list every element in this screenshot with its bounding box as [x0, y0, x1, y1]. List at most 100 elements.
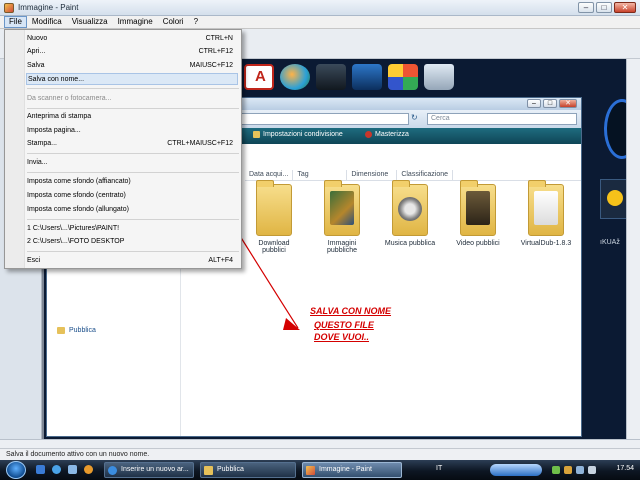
- item-label: Anteprima di stampa: [27, 113, 92, 120]
- start-button[interactable]: [6, 461, 26, 479]
- acrobat-icon[interactable]: [244, 64, 274, 90]
- address-bar[interactable]: [239, 113, 409, 125]
- item-label: Esci: [27, 257, 41, 264]
- horizontal-scrollbar[interactable]: [0, 439, 640, 448]
- messenger-icon[interactable]: [280, 64, 310, 90]
- printer-icon[interactable]: [316, 64, 346, 90]
- network-icon[interactable]: [576, 466, 584, 474]
- menu-file[interactable]: File: [4, 16, 27, 28]
- folder-icon: [324, 180, 360, 236]
- burn-icon: [365, 131, 372, 138]
- music-thumbnail: [398, 197, 422, 221]
- column-date[interactable]: Data acqui...: [245, 170, 294, 180]
- nav-item-pubblica[interactable]: Pubblica: [69, 327, 96, 334]
- close-button[interactable]: ✕: [614, 2, 636, 13]
- status-bar: Salva il documento attivo con un nuovo n…: [0, 448, 640, 460]
- column-tag[interactable]: Tag: [293, 170, 348, 180]
- menu-item-new[interactable]: Nuovo CTRL+N: [27, 33, 239, 45]
- menu-item-page-setup[interactable]: Imposta pagina...: [27, 125, 239, 137]
- explorer-maximize-button[interactable]: □: [543, 99, 557, 108]
- maximize-button[interactable]: □: [596, 2, 612, 13]
- taskbar-item-paint[interactable]: Immagine - Paint: [302, 462, 402, 478]
- item-label: Imposta come sfondo (allungato): [27, 206, 129, 213]
- menu-item-wallpaper-stretch[interactable]: Imposta come sfondo (allungato): [27, 204, 239, 216]
- folder-icon: [57, 327, 65, 334]
- explorer-close-button[interactable]: ✕: [559, 99, 577, 108]
- game-icon[interactable]: [388, 64, 418, 90]
- paint-icon: [306, 466, 315, 475]
- folder-grid: Download pubblici Immagini pubbliche Mus…: [247, 180, 573, 254]
- menu-item-print-preview[interactable]: Anteprima di stampa: [27, 111, 239, 123]
- task-label: Inserire un nuovo ar...: [121, 466, 189, 473]
- menu-item-scanner: Da scanner o fotocamera...: [27, 93, 239, 105]
- menu-visualizza[interactable]: Visualizza: [67, 16, 113, 28]
- column-rating[interactable]: Classificazione: [397, 170, 453, 180]
- pictures-thumbnail: [330, 191, 354, 225]
- menu-separator: [27, 172, 239, 173]
- folder-label: VirtualDub-1.8.3: [520, 240, 572, 247]
- menu-separator: [27, 251, 239, 252]
- media-player-icon[interactable]: [84, 465, 93, 474]
- folder-download[interactable]: Download pubblici: [247, 180, 301, 254]
- show-desktop-icon[interactable]: [36, 465, 45, 474]
- internet-explorer-icon[interactable]: [52, 465, 61, 474]
- menu-separator: [27, 88, 239, 89]
- menu-item-recent-2[interactable]: 2 C:\Users\...\FOTO DESKTOP: [27, 236, 239, 248]
- menu-immagine[interactable]: Immagine: [113, 16, 158, 28]
- menu-help[interactable]: ?: [189, 16, 203, 28]
- tray-icon[interactable]: [564, 466, 572, 474]
- folder-label: Video pubblici: [456, 240, 500, 247]
- recycle-bin-icon[interactable]: [424, 64, 454, 90]
- file-menu: Nuovo CTRL+N Apri... CTRL+F12 Salva MAIUSC+…: [4, 29, 242, 269]
- item-shortcut: CTRL+F12: [198, 48, 233, 55]
- burn-label: Masterizza: [375, 131, 409, 138]
- folder-images[interactable]: Immagini pubbliche: [315, 180, 369, 254]
- menu-item-print[interactable]: Stampa... CTRL+MAIUSC+F12: [27, 138, 239, 150]
- video-thumbnail: [466, 191, 490, 225]
- minimize-button[interactable]: –: [578, 2, 594, 13]
- volume-icon[interactable]: [588, 466, 596, 474]
- share-settings-button[interactable]: Impostazioni condivisione: [253, 131, 343, 138]
- menu-item-wallpaper-tile[interactable]: Imposta come sfondo (affiancato): [27, 176, 239, 188]
- menu-item-wallpaper-center[interactable]: Imposta come sfondo (centrato): [27, 190, 239, 202]
- explorer-minimize-button[interactable]: –: [527, 99, 541, 108]
- media-center-icon[interactable]: [352, 64, 382, 90]
- menu-item-open[interactable]: Apri... CTRL+F12: [27, 46, 239, 58]
- search-input[interactable]: Cerca: [427, 113, 577, 125]
- media-controls[interactable]: [490, 464, 542, 476]
- menu-item-send[interactable]: Invia...: [27, 157, 239, 169]
- menu-item-recent-1[interactable]: 1 C:\Users\...\Pictures\PAINT!: [27, 223, 239, 235]
- item-shortcut: MAIUSC+F12: [189, 62, 233, 69]
- item-label: 1 C:\Users\...\Pictures\PAINT!: [27, 225, 120, 232]
- annotation-line-2: QUESTO FILE: [314, 320, 374, 330]
- tray-icon[interactable]: [552, 466, 560, 474]
- burn-button[interactable]: Masterizza: [365, 131, 409, 138]
- document-thumbnail: [534, 191, 558, 225]
- explorer-window-controls: – □ ✕: [527, 99, 577, 108]
- menu-item-save[interactable]: Salva MAIUSC+F12: [27, 60, 239, 72]
- item-label: Stampa...: [27, 140, 57, 147]
- refresh-icon[interactable]: ↻: [411, 113, 421, 125]
- menu-colori[interactable]: Colori: [158, 16, 189, 28]
- language-indicator[interactable]: IT: [436, 465, 442, 472]
- item-label: 2 C:\Users\...\FOTO DESKTOP: [27, 238, 125, 245]
- system-tray: IT 17.54: [430, 462, 640, 478]
- sun-icon: [607, 190, 623, 206]
- menu-modifica[interactable]: Modifica: [27, 16, 67, 28]
- switch-windows-icon[interactable]: [68, 465, 77, 474]
- item-label: Apri...: [27, 48, 46, 55]
- taskbar-item-browser[interactable]: Inserire un nuovo ar...: [104, 462, 194, 478]
- item-label: Imposta pagina...: [27, 127, 81, 134]
- folder-music[interactable]: Musica pubblica: [383, 180, 437, 254]
- item-label: Nuovo: [27, 35, 48, 42]
- menu-item-exit[interactable]: Esci ALT+F4: [27, 255, 239, 267]
- clock[interactable]: 17.54: [616, 465, 634, 472]
- menu-item-save-as[interactable]: Salva con nome...: [26, 73, 238, 85]
- annotation-line-1: SALVA CON NOME: [310, 306, 392, 316]
- column-size[interactable]: Dimensione: [347, 170, 398, 180]
- item-label: Salva con nome...: [28, 76, 85, 83]
- folder-video[interactable]: Video pubblici: [451, 180, 505, 254]
- folder-virtualdub[interactable]: VirtualDub-1.8.3: [519, 180, 573, 254]
- taskbar-item-explorer[interactable]: Pubblica: [200, 462, 296, 478]
- vertical-scrollbar[interactable]: [626, 59, 640, 439]
